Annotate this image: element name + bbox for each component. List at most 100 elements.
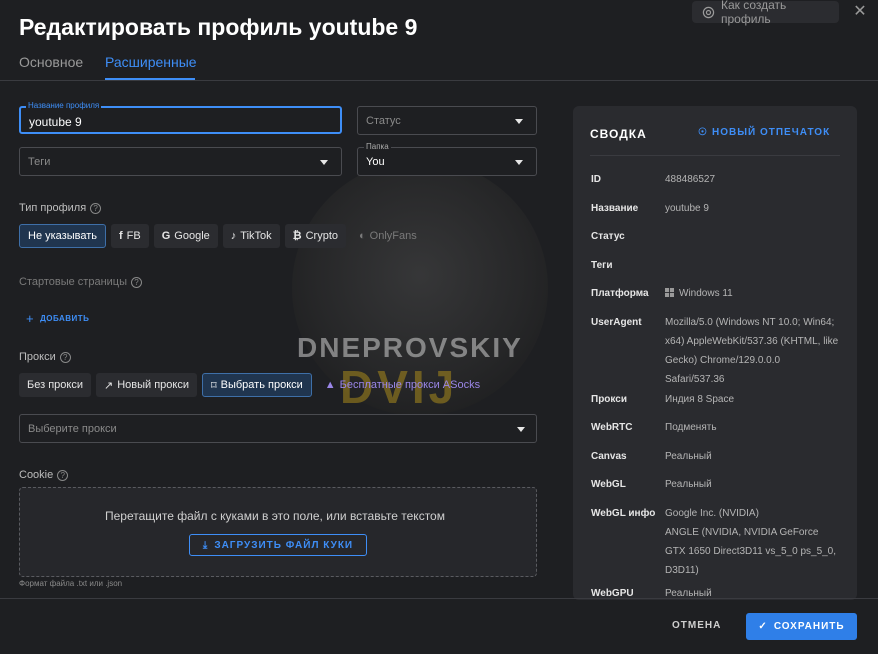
profile-type-label: Тип профиля [19,202,87,214]
upload-label: ЗАГРУЗИТЬ ФАЙЛ КУКИ [214,539,354,551]
summary-value-webgl-renderer: ANGLE (NVIDIA, NVIDIA GeForce GTX 1650 D… [665,527,837,576]
check-icon: ✓ [758,621,768,632]
summary-key-platform: Платформа [591,288,649,299]
help-button-label: Как создать профиль [720,0,787,26]
chevron-down-icon [515,119,523,124]
chip-label: Бесплатные прокси ASocks [339,379,481,391]
cookie-format-hint: Формат файла .txt или .json [19,579,123,588]
facebook-icon: f [118,230,123,242]
summary-title: СВОДКА [590,127,647,141]
summary-value-canvas: Реальный [665,451,712,462]
help-circle-icon [702,6,715,18]
profile-name-field[interactable]: youtube 9 [19,106,342,134]
chip-label: Google [174,230,210,242]
asocks-icon: ▲ [324,379,336,391]
profile-type-fb[interactable]: f FB [110,224,149,248]
summary-value-webrtc: Подменять [665,422,717,433]
save-label: СОХРАНИТЬ [773,621,845,632]
profile-type-tiktok[interactable]: ♪ TikTok [222,224,280,248]
proxy-free-asocks[interactable]: ▲ Бесплатные прокси ASocks [317,373,488,397]
google-icon: G [161,230,171,242]
help-icon[interactable]: ? [59,351,71,363]
folder-value: You [366,156,385,168]
status-placeholder: Статус [366,115,401,127]
summary-value-webgl: Реальный [665,479,712,490]
proxy-select[interactable]: ⌑ Выбрать прокси [201,373,312,397]
summary-key-webgl: WebGL [591,479,626,490]
summary-key-webgl-info: WebGL инфо [591,508,656,519]
summary-key-status: Статус [591,231,625,242]
tab-advanced[interactable]: Расширенные [105,54,197,70]
fingerprint-label: НОВЫЙ ОТПЕЧАТОК [711,127,831,138]
chip-label: TikTok [240,230,272,242]
chip-label: Crypto [305,230,339,242]
chip-label: Новый прокси [117,379,189,391]
chevron-down-icon [515,160,523,165]
upload-cookie-button[interactable]: ⤓ ЗАГРУЗИТЬ ФАЙЛ КУКИ [189,534,367,556]
add-start-page-button[interactable]: + ДОБАВИТЬ [26,311,89,326]
proxy-select-dropdown[interactable]: Выберите прокси [19,414,537,443]
profile-type-onlyfans[interactable]: ◐ OnlyFans [351,224,425,248]
summary-value-name: youtube 9 [665,203,709,214]
new-fingerprint-button[interactable]: ☉ НОВЫЙ ОТПЕЧАТОК [698,127,830,138]
save-button[interactable]: ✓ СОХРАНИТЬ [746,613,857,640]
profile-type-crypto[interactable]: ₿ Crypto [284,224,347,248]
folder-label: Папка [364,142,391,151]
summary-value-useragent: Mozilla/5.0 (Windows NT 10.0; Win64; x64… [665,317,839,385]
status-select[interactable]: Статус [357,106,537,135]
cancel-button[interactable]: ОТМЕНА [672,620,721,631]
summary-key-webrtc: WebRTC [591,422,633,433]
chip-label: Без прокси [27,379,83,391]
folder-select[interactable]: You [357,147,537,176]
summary-value-webgl-vendor: Google Inc. (NVIDIA) [665,508,759,519]
summary-key-useragent: UserAgent [591,317,642,328]
chip-label: Не указывать [28,230,97,242]
profile-type-heading: Тип профиля ? [19,202,102,214]
proxy-label: Прокси [19,351,56,363]
bitcoin-icon: ₿ [292,230,302,242]
bookmark-icon: ⌑ [210,379,217,392]
summary-value-webgpu: Реальный [665,588,712,599]
tab-basic[interactable]: Основное [19,54,83,70]
help-icon[interactable]: ? [131,276,143,288]
help-icon[interactable]: ? [57,469,69,481]
proxy-heading: Прокси ? [19,351,71,363]
onlyfans-icon: ◐ [359,230,366,242]
profile-type-group: Не указывать f FB G Google ♪ TikTok ₿ Crypto… [19,224,425,248]
proxy-mode-group: Без прокси ↗ Новый прокси ⌑ Выбрать прокси… [19,373,488,397]
windows-icon [665,288,674,297]
tags-select[interactable]: Теги [19,147,342,176]
profile-type-none[interactable]: Не указывать [19,224,106,248]
proxy-none[interactable]: Без прокси [19,373,91,397]
tiktok-icon: ♪ [230,230,237,242]
proxy-new[interactable]: ↗ Новый прокси [95,373,197,397]
cookie-drop-text: Перетащите файл с куками в это поле, или… [105,509,445,523]
cookie-heading: Cookie ? [19,469,69,481]
download-icon: ⤓ [202,539,209,551]
how-to-create-profile-button[interactable]: Как создать профиль [692,0,839,26]
chip-label: FB [126,230,141,242]
help-icon[interactable]: ? [90,202,102,214]
page-title: Редактировать профиль youtube 9 [19,14,418,40]
profile-name-value: youtube 9 [29,115,82,129]
summary-key-canvas: Canvas [591,451,627,462]
header-divider [0,80,878,81]
proxy-placeholder: Выберите прокси [28,423,117,435]
platform-text: Windows 11 [679,288,733,299]
tags-placeholder: Теги [28,156,51,168]
summary-key-proxy: Прокси [591,394,627,405]
profile-name-label: Название профиля [26,101,102,110]
summary-value-platform: Windows 11 [665,284,845,303]
profile-type-google[interactable]: G Google [153,224,218,248]
summary-key-id: ID [591,174,601,185]
summary-key-name: Название [591,203,639,214]
add-label: ДОБАВИТЬ [40,314,90,323]
close-icon[interactable]: ✕ [851,3,869,21]
footer-divider [0,598,878,599]
summary-value-proxy: Индия 8 Space [665,394,735,405]
start-pages-heading: Стартовые страницы ? [19,276,143,288]
summary-divider [590,155,840,156]
fingerprint-icon: ☉ [698,127,708,138]
cookie-dropzone[interactable] [19,487,537,577]
chevron-down-icon [320,160,328,165]
